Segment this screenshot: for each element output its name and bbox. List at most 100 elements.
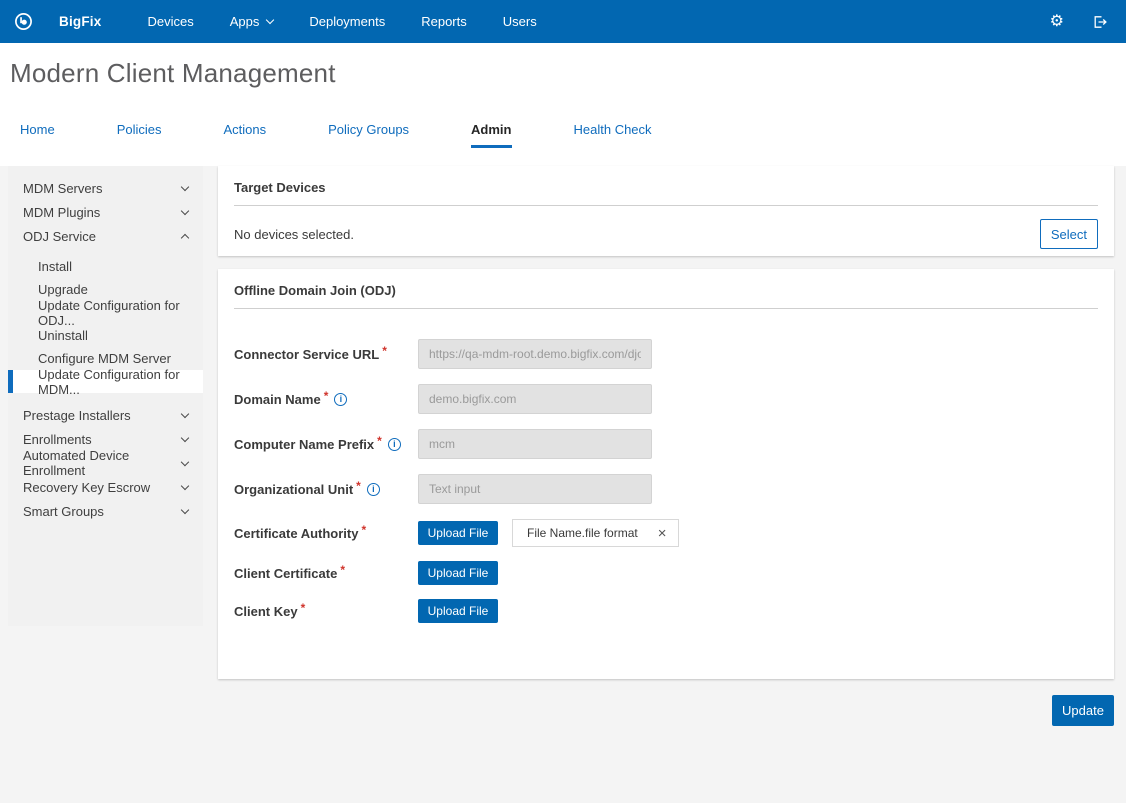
nav-item-reports[interactable]: Reports [421,14,467,29]
tab-admin[interactable]: Admin [471,122,511,148]
logout-icon[interactable] [1092,14,1108,30]
bigfix-logo-icon[interactable] [14,12,33,31]
field-control: Upload File [418,599,498,623]
field-label-text: Certificate Authority [234,526,358,541]
sidebar-item-automated-device-enrollment[interactable]: Automated Device Enrollment [8,451,203,475]
nav-item-apps[interactable]: Apps [230,14,274,29]
main-panel: Target Devices No devices selected. Sele… [218,166,1114,726]
required-asterisk: * [382,344,387,358]
field-row-computer-name-prefix: Computer Name Prefix*i [234,429,1098,459]
admin-sidebar: MDM Servers MDM Plugins ODJ Service Install… [8,166,203,626]
page-header: Modern Client Management Home Policies Act… [0,43,1126,166]
info-icon[interactable]: i [367,483,380,496]
sidebar-item-recovery-key-escrow[interactable]: Recovery Key Escrow [8,475,203,499]
tab-actions[interactable]: Actions [223,122,266,148]
chevron-down-icon [181,182,189,190]
field-label: Client Key* [234,604,418,619]
sidebar-item-label: Recovery Key Escrow [23,480,150,495]
field-label: Client Certificate* [234,566,418,581]
chevron-down-icon [181,206,189,214]
client-key-upload-button[interactable]: Upload File [418,599,498,623]
chevron-down-icon [181,457,189,465]
content-area: MDM Servers MDM Plugins ODJ Service Install… [0,166,1126,726]
field-row-connector-service-url: Connector Service URL* [234,339,1098,369]
domain-name-input[interactable] [418,384,652,414]
odj-form: Connector Service URL*Domain Name*iCompu… [234,339,1098,623]
field-label-text: Organizational Unit [234,482,353,497]
chevron-up-icon [181,233,189,241]
field-row-organizational-unit: Organizational Unit* i [234,474,1098,504]
connector-service-url-input[interactable] [418,339,652,369]
field-row-client-key: Client Key*Upload File [234,599,1098,623]
organizational-unit-input[interactable] [418,474,652,504]
sidebar-subitem-update-configuration-for-odj[interactable]: Update Configuration for ODJ... [8,301,203,324]
tab-policies[interactable]: Policies [117,122,162,148]
sidebar-item-label: MDM Servers [23,181,102,196]
sidebar-subitem-update-configuration-for-mdm[interactable]: Update Configuration for MDM... [8,370,203,393]
certificate-authority-upload-button[interactable]: Upload File [418,521,498,545]
target-devices-title: Target Devices [234,180,1098,195]
sidebar-submenu: InstallUpgradeUpdate Configuration for O… [8,255,203,393]
remove-file-icon[interactable]: × [658,526,667,541]
field-label: Computer Name Prefix*i [234,437,418,452]
field-row-client-certificate: Client Certificate*Upload File [234,561,1098,585]
field-control: Upload File [418,561,498,585]
sidebar-subitem-uninstall[interactable]: Uninstall [8,324,203,347]
bigfix-logo-glyph [14,12,33,31]
field-control [418,429,652,459]
required-asterisk: * [361,523,366,537]
tab-home[interactable]: Home [20,122,55,148]
nav-item-deployments[interactable]: Deployments [309,14,385,29]
sidebar-item-label: Prestage Installers [23,408,131,423]
field-control: Upload File File Name.file format× [418,519,679,547]
field-label: Connector Service URL* [234,347,418,362]
sidebar-item-smart-groups[interactable]: Smart Groups [8,499,203,523]
field-row-domain-name: Domain Name* i [234,384,1098,414]
required-asterisk: * [324,389,329,403]
update-row: Update [218,695,1114,726]
app-root: BigFix Devices Apps Deployments Reports User… [0,0,1126,726]
chevron-down-icon [181,481,189,489]
target-devices-card: Target Devices No devices selected. Sele… [218,166,1114,256]
sidebar-item-label: Enrollments [23,432,92,447]
sidebar-item-label: ODJ Service [23,229,96,244]
required-asterisk: * [356,479,361,493]
field-control [418,384,652,414]
sidebar-item-label: Automated Device Enrollment [23,448,182,478]
field-control [418,474,652,504]
sidebar-item-prestage-installers[interactable]: Prestage Installers [8,403,203,427]
field-label-text: Connector Service URL [234,347,379,362]
nav-item-users[interactable]: Users [503,14,537,29]
info-icon[interactable]: i [388,438,401,451]
field-label-text: Client Certificate [234,566,337,581]
field-label-text: Domain Name [234,392,321,407]
divider [234,205,1098,206]
chevron-down-icon [181,505,189,513]
nav-right-actions: ⚙ [1050,14,1108,30]
no-devices-text: No devices selected. [234,227,354,242]
brand-name: BigFix [59,14,101,29]
odj-card: Offline Domain Join (ODJ) Connector Serv… [218,269,1114,679]
sidebar-item-mdm-plugins[interactable]: MDM Plugins [8,200,203,224]
field-label: Organizational Unit* i [234,482,418,497]
page-title: Modern Client Management [10,58,1116,89]
sidebar-item-odj-service[interactable]: ODJ Service [8,224,203,248]
required-asterisk: * [377,434,382,448]
client-certificate-upload-button[interactable]: Upload File [418,561,498,585]
tab-health-check[interactable]: Health Check [574,122,652,148]
field-label: Certificate Authority* [234,526,418,541]
top-nav: BigFix Devices Apps Deployments Reports User… [0,0,1126,43]
sidebar-subitem-install[interactable]: Install [8,255,203,278]
nav-item-devices[interactable]: Devices [147,14,193,29]
sidebar-item-mdm-servers[interactable]: MDM Servers [8,176,203,200]
info-icon[interactable]: i [334,393,347,406]
computer-name-prefix-input[interactable] [418,429,652,459]
tab-policy-groups[interactable]: Policy Groups [328,122,409,148]
settings-gear-icon[interactable]: ⚙ [1050,14,1064,30]
field-control [418,339,652,369]
odj-title: Offline Domain Join (ODJ) [234,283,1098,298]
uploaded-file-chip: File Name.file format× [512,519,679,547]
sidebar-item-label: Smart Groups [23,504,104,519]
update-button[interactable]: Update [1052,695,1114,726]
select-devices-button[interactable]: Select [1040,219,1098,249]
